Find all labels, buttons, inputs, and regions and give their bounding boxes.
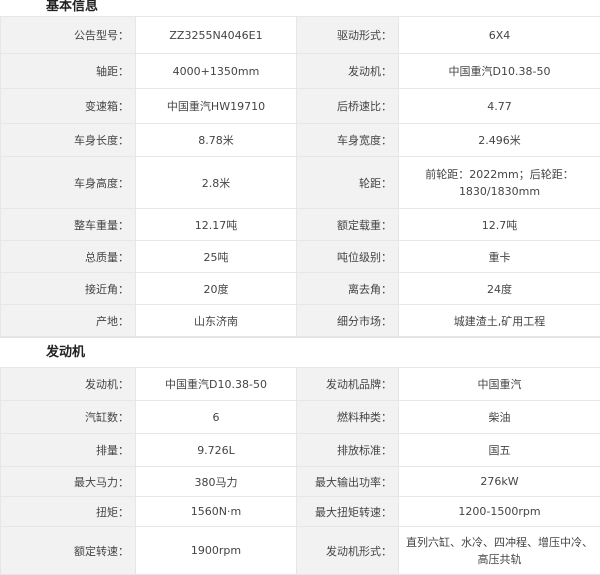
spec-label: 轴距： [1, 54, 136, 89]
spec-label: 离去角： [297, 273, 399, 305]
table-row: 车身长度： 8.78米 车身宽度： 2.496米 [1, 124, 600, 157]
spec-value: 2.496米 [399, 124, 600, 157]
spec-label: 整车重量： [1, 209, 136, 241]
spec-value: 柴油 [399, 401, 600, 434]
spec-label: 驱动形式： [297, 17, 399, 54]
spec-label: 汽缸数： [1, 401, 136, 434]
spec-label: 轮距： [297, 157, 399, 209]
spec-value: 6X4 [399, 17, 600, 54]
table-row: 额定转速： 1900rpm 发动机形式： 直列六缸、水冷、四冲程、增压中冷、高压… [1, 527, 600, 575]
section-title-engine: 发动机 [0, 337, 600, 367]
table-row: 排量： 9.726L 排放标准： 国五 [1, 434, 600, 467]
spec-label: 发动机品牌： [297, 368, 399, 401]
spec-value: 12.17吨 [136, 209, 297, 241]
spec-value: 中国重汽 [399, 368, 600, 401]
spec-value-text: 前轮距：2022mm；后轮距：1830/1830mm [405, 166, 594, 200]
spec-value: 4000+1350mm [136, 54, 297, 89]
spec-label: 车身长度： [1, 124, 136, 157]
spec-value: 4.77 [399, 89, 600, 124]
table-row: 公告型号： ZZ3255N4046E1 驱动形式： 6X4 [1, 17, 600, 54]
spec-label: 发动机： [297, 54, 399, 89]
table-row: 接近角： 20度 离去角： 24度 [1, 273, 600, 305]
spec-label: 后桥速比： [297, 89, 399, 124]
spec-label: 发动机： [1, 368, 136, 401]
spec-value: 276kW [399, 467, 600, 497]
table-row: 汽缸数： 6 燃料种类： 柴油 [1, 401, 600, 434]
spec-label: 最大扭矩转速： [297, 497, 399, 527]
spec-value: 1200-1500rpm [399, 497, 600, 527]
spec-value: ZZ3255N4046E1 [136, 17, 297, 54]
spec-value: 1900rpm [136, 527, 297, 575]
spec-value: 国五 [399, 434, 600, 467]
spec-label: 排量： [1, 434, 136, 467]
spec-value: 城建渣土,矿用工程 [399, 305, 600, 337]
spec-label: 产地： [1, 305, 136, 337]
table-row: 变速箱： 中国重汽HW19710 后桥速比： 4.77 [1, 89, 600, 124]
table-row: 车身高度： 2.8米 轮距： 前轮距：2022mm；后轮距：1830/1830m… [1, 157, 600, 209]
spec-value: 6 [136, 401, 297, 434]
engine-table: 发动机： 中国重汽D10.38-50 发动机品牌： 中国重汽 汽缸数： 6 燃料… [0, 367, 600, 575]
spec-value: 前轮距：2022mm；后轮距：1830/1830mm [399, 157, 600, 209]
spec-label: 车身高度： [1, 157, 136, 209]
spec-value: 中国重汽HW19710 [136, 89, 297, 124]
spec-label: 最大马力： [1, 467, 136, 497]
spec-value: 8.78米 [136, 124, 297, 157]
spec-label: 扭矩： [1, 497, 136, 527]
spec-label: 细分市场： [297, 305, 399, 337]
spec-page: 基本信息 公告型号： ZZ3255N4046E1 驱动形式： 6X4 轴距： 4… [0, 0, 600, 567]
spec-value: 9.726L [136, 434, 297, 467]
table-row: 产地： 山东济南 细分市场： 城建渣土,矿用工程 [1, 305, 600, 337]
spec-label: 公告型号： [1, 17, 136, 54]
table-row: 总质量： 25吨 吨位级别： 重卡 [1, 241, 600, 273]
spec-label: 变速箱： [1, 89, 136, 124]
spec-label: 额定转速： [1, 527, 136, 575]
table-row: 整车重量： 12.17吨 额定载重： 12.7吨 [1, 209, 600, 241]
spec-value: 380马力 [136, 467, 297, 497]
table-row: 扭矩： 1560N·m 最大扭矩转速： 1200-1500rpm [1, 497, 600, 527]
spec-value: 1560N·m [136, 497, 297, 527]
spec-label: 燃料种类： [297, 401, 399, 434]
spec-value: 山东济南 [136, 305, 297, 337]
spec-value: 12.7吨 [399, 209, 600, 241]
spec-value: 直列六缸、水冷、四冲程、增压中冷、高压共轨 [399, 527, 600, 575]
spec-label: 最大输出功率： [297, 467, 399, 497]
spec-label: 吨位级别： [297, 241, 399, 273]
table-row: 轴距： 4000+1350mm 发动机： 中国重汽D10.38-50 [1, 54, 600, 89]
spec-value-text: 直列六缸、水冷、四冲程、增压中冷、高压共轨 [405, 534, 594, 568]
table-row: 最大马力： 380马力 最大输出功率： 276kW [1, 467, 600, 497]
spec-value: 2.8米 [136, 157, 297, 209]
spec-label: 发动机形式： [297, 527, 399, 575]
table-row: 发动机： 中国重汽D10.38-50 发动机品牌： 中国重汽 [1, 368, 600, 401]
spec-value: 25吨 [136, 241, 297, 273]
spec-value: 中国重汽D10.38-50 [399, 54, 600, 89]
spec-label: 排放标准： [297, 434, 399, 467]
spec-value: 中国重汽D10.38-50 [136, 368, 297, 401]
section-title-basic-info: 基本信息 [0, 0, 600, 16]
spec-label: 额定载重： [297, 209, 399, 241]
spec-label: 总质量： [1, 241, 136, 273]
spec-value: 20度 [136, 273, 297, 305]
basic-info-table: 公告型号： ZZ3255N4046E1 驱动形式： 6X4 轴距： 4000+1… [0, 16, 600, 337]
spec-label: 接近角： [1, 273, 136, 305]
spec-value: 24度 [399, 273, 600, 305]
spec-value: 重卡 [399, 241, 600, 273]
spec-label: 车身宽度： [297, 124, 399, 157]
